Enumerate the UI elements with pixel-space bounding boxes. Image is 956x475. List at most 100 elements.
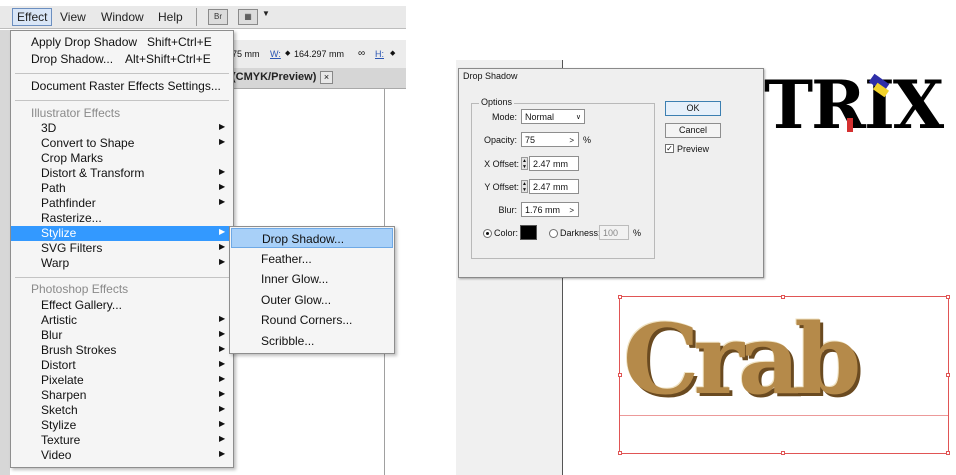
menu-section-header: Illustrator Effects bbox=[11, 106, 233, 121]
dialog-title: Drop Shadow bbox=[463, 71, 518, 81]
menu-item-rasterize[interactable]: Rasterize... bbox=[11, 211, 233, 226]
bridge-icon[interactable]: Br bbox=[208, 9, 228, 25]
menu-item-warp[interactable]: Warp ▶ bbox=[11, 256, 233, 271]
menu-item-label: Artistic bbox=[41, 313, 77, 327]
darkness-radio[interactable] bbox=[549, 229, 558, 238]
menu-item-raster-effects-settings[interactable]: Document Raster Effects Settings... bbox=[11, 79, 233, 94]
x-offset-field[interactable]: 2.47 mm bbox=[529, 156, 579, 171]
chevron-down-icon[interactable]: ▼ bbox=[262, 9, 270, 18]
menu-effect[interactable]: Effect bbox=[12, 8, 53, 26]
y-offset-stepper-icon[interactable]: ▲ ▼ bbox=[521, 180, 528, 193]
resize-handle[interactable] bbox=[946, 373, 950, 377]
blur-field[interactable]: 1.76 mm > bbox=[521, 202, 579, 217]
tools-strip bbox=[0, 30, 10, 475]
trix-artwork-text: TRIX bbox=[764, 66, 944, 144]
submenu-item-feather[interactable]: Feather... bbox=[231, 249, 393, 269]
menu-item-pathfinder[interactable]: Pathfinder ▶ bbox=[11, 196, 233, 211]
menu-item-ps-texture[interactable]: Texture ▶ bbox=[11, 433, 233, 448]
resize-handle[interactable] bbox=[618, 451, 622, 455]
close-icon[interactable]: × bbox=[320, 71, 333, 84]
resize-handle[interactable] bbox=[618, 373, 622, 377]
submenu-item-inner-glow[interactable]: Inner Glow... bbox=[231, 269, 393, 289]
submenu-arrow-icon: ▶ bbox=[219, 227, 226, 236]
chevron-right-icon[interactable]: > bbox=[569, 203, 574, 218]
arrange-documents-icon[interactable]: ▦ bbox=[238, 9, 258, 25]
menu-item-label: Blur bbox=[41, 328, 63, 342]
menu-divider bbox=[15, 277, 229, 278]
menu-item-svg-filters[interactable]: SVG Filters ▶ bbox=[11, 241, 233, 256]
document-tab-title[interactable]: (CMYK/Preview) bbox=[232, 71, 316, 83]
resize-handle[interactable] bbox=[781, 295, 785, 299]
submenu-item-label: Scribble... bbox=[261, 333, 315, 348]
menu-item-stylize[interactable]: Stylize ▶ bbox=[11, 226, 233, 241]
menu-item-path[interactable]: Path ▶ bbox=[11, 181, 233, 196]
submenu-item-round-corners[interactable]: Round Corners... bbox=[231, 310, 393, 330]
color-radio[interactable] bbox=[483, 229, 492, 238]
submenu-arrow-icon: ▶ bbox=[219, 404, 226, 413]
menu-divider bbox=[15, 73, 229, 74]
menu-view[interactable]: View bbox=[60, 10, 86, 24]
constrain-link-icon[interactable]: ∞ bbox=[358, 48, 365, 59]
resize-handle[interactable] bbox=[946, 295, 950, 299]
menu-item-crop-marks[interactable]: Crop Marks bbox=[11, 151, 233, 166]
x-offset-stepper-icon[interactable]: ▲ ▼ bbox=[521, 157, 528, 170]
menu-item-3d[interactable]: 3D ▶ bbox=[11, 121, 233, 136]
menu-item-label: 3D bbox=[41, 121, 57, 135]
x-offset-value: 2.47 mm bbox=[533, 159, 569, 169]
menu-item-label: Path bbox=[41, 181, 66, 195]
menu-item-label: Pixelate bbox=[41, 373, 84, 387]
menu-item-ps-effect-gallery[interactable]: Effect Gallery... bbox=[11, 298, 233, 313]
submenu-arrow-icon: ▶ bbox=[219, 389, 226, 398]
submenu-item-scribble[interactable]: Scribble... bbox=[231, 331, 393, 351]
submenu-item-outer-glow[interactable]: Outer Glow... bbox=[231, 290, 393, 310]
menubar-separator bbox=[196, 8, 197, 26]
y-offset-field[interactable]: 2.47 mm bbox=[529, 179, 579, 194]
menu-item-label: Brush Strokes bbox=[41, 343, 117, 357]
resize-handle[interactable] bbox=[618, 295, 622, 299]
opacity-field[interactable]: 75 > bbox=[521, 132, 579, 147]
preview-checkbox[interactable]: ✓ bbox=[665, 144, 674, 153]
menu-item-ps-pixelate[interactable]: Pixelate ▶ bbox=[11, 373, 233, 388]
menu-item-ps-stylize[interactable]: Stylize ▶ bbox=[11, 418, 233, 433]
ok-button[interactable]: OK bbox=[665, 101, 721, 116]
submenu-arrow-icon: ▶ bbox=[219, 344, 226, 353]
menu-item-ps-video[interactable]: Video ▶ bbox=[11, 448, 233, 463]
menu-divider bbox=[15, 100, 229, 101]
menu-item-ps-brush-strokes[interactable]: Brush Strokes ▶ bbox=[11, 343, 233, 358]
menu-item-ps-distort[interactable]: Distort ▶ bbox=[11, 358, 233, 373]
resize-handle[interactable] bbox=[781, 451, 785, 455]
mode-select[interactable]: Normal ∨ bbox=[521, 109, 585, 124]
x-value[interactable]: 75 mm bbox=[232, 49, 260, 59]
menu-help[interactable]: Help bbox=[158, 10, 183, 24]
height-stepper-icon[interactable]: ◆ bbox=[390, 49, 395, 57]
mode-value: Normal bbox=[525, 112, 555, 122]
submenu-item-drop-shadow[interactable]: Drop Shadow... bbox=[231, 228, 393, 248]
shadow-color-swatch[interactable] bbox=[520, 225, 537, 240]
artwork-red-stripe bbox=[847, 118, 853, 132]
menu-item-ps-blur[interactable]: Blur ▶ bbox=[11, 328, 233, 343]
darkness-field[interactable]: 100 bbox=[599, 225, 629, 240]
crab-artwork-text[interactable]: Crab bbox=[623, 312, 861, 408]
menu-item-ps-artistic[interactable]: Artistic ▶ bbox=[11, 313, 233, 328]
height-label: H: bbox=[375, 49, 384, 59]
menu-bar: Effect View Window Help Br ▦ ▼ bbox=[0, 6, 406, 29]
width-stepper-icon[interactable]: ◆ bbox=[285, 49, 290, 57]
chevron-right-icon[interactable]: > bbox=[569, 133, 574, 148]
cancel-button[interactable]: Cancel bbox=[665, 123, 721, 138]
submenu-arrow-icon: ▶ bbox=[219, 359, 226, 368]
preview-label: Preview bbox=[677, 144, 710, 154]
submenu-arrow-icon: ▶ bbox=[219, 122, 226, 131]
menu-item-convert-to-shape[interactable]: Convert to Shape ▶ bbox=[11, 136, 233, 151]
document-tab-bar: (CMYK/Preview) × bbox=[232, 68, 406, 89]
menu-item-distort-transform[interactable]: Distort & Transform ▶ bbox=[11, 166, 233, 181]
resize-handle[interactable] bbox=[946, 451, 950, 455]
menu-item-ps-sketch[interactable]: Sketch ▶ bbox=[11, 403, 233, 418]
menu-item-ps-sharpen[interactable]: Sharpen ▶ bbox=[11, 388, 233, 403]
menu-window[interactable]: Window bbox=[101, 10, 144, 24]
submenu-item-label: Round Corners... bbox=[261, 313, 353, 327]
width-value[interactable]: 164.297 mm bbox=[294, 49, 344, 59]
menu-item-apply-drop-shadow[interactable]: Apply Drop Shadow Shift+Ctrl+E bbox=[11, 35, 233, 50]
menu-item-label: Stylize bbox=[41, 226, 77, 240]
menu-item-drop-shadow-dialog[interactable]: Drop Shadow... Alt+Shift+Ctrl+E bbox=[11, 52, 233, 67]
menu-item-label: Document Raster Effects Settings... bbox=[31, 79, 221, 93]
